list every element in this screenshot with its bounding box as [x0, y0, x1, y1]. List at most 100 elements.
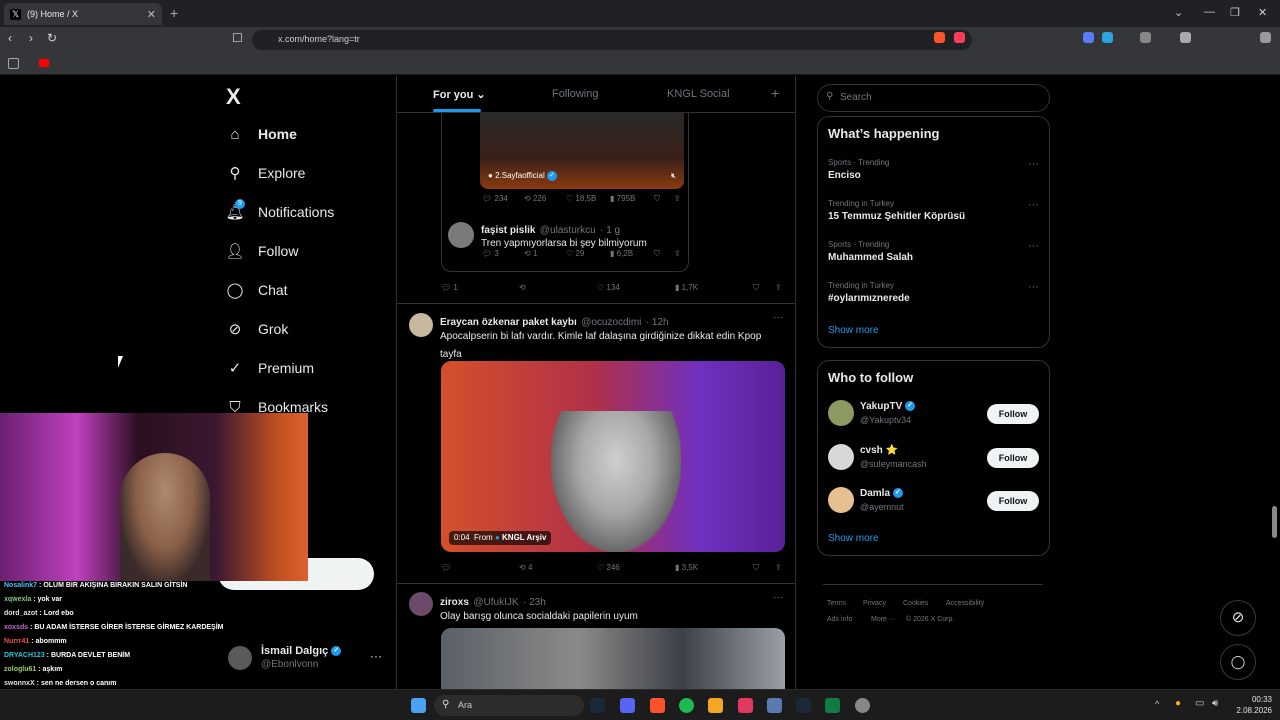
- app-icon[interactable]: [738, 698, 753, 713]
- footer-link[interactable]: Terms: [827, 600, 846, 607]
- steam-icon[interactable]: [796, 698, 811, 713]
- share-icon[interactable]: ⇪: [674, 194, 681, 203]
- follow-button[interactable]: Follow: [987, 448, 1039, 468]
- follow-button[interactable]: Follow: [987, 491, 1039, 511]
- footer-link[interactable]: Privacy: [863, 600, 886, 607]
- tab-kngl-social[interactable]: KNGL Social: [667, 88, 730, 100]
- menu-icon[interactable]: [1260, 32, 1271, 43]
- back-icon[interactable]: ‹: [8, 31, 12, 45]
- follow-name[interactable]: YakupTV ✓: [860, 401, 916, 412]
- more-options-icon[interactable]: ···: [370, 649, 382, 663]
- tab-search-icon[interactable]: ⌄: [1174, 6, 1183, 19]
- follow-name[interactable]: cvsh ⭐: [860, 445, 898, 456]
- like-count[interactable]: ♡ 134: [597, 283, 620, 292]
- share-icon[interactable]: ⇪: [775, 563, 782, 572]
- footer-link[interactable]: More ···: [871, 616, 896, 623]
- new-tab-icon[interactable]: +: [170, 5, 178, 21]
- quoted-media[interactable]: ● 2.Sayfaofficial ✓ 🔇︎: [480, 112, 684, 189]
- repost-count[interactable]: ⟲ 226: [524, 194, 546, 203]
- network-icon[interactable]: ▭: [1195, 698, 1204, 709]
- trend-title[interactable]: #oylarımıznerede: [828, 293, 910, 304]
- avatar[interactable]: [228, 646, 252, 670]
- app-icon[interactable]: [708, 698, 723, 713]
- more-options-icon[interactable]: ···: [773, 592, 783, 603]
- quoted-post[interactable]: ● 2.Sayfaofficial ✓ 🔇︎ 💬︎ 234 ⟲ 226 ♡ 18…: [441, 112, 689, 272]
- more-options-icon[interactable]: ···: [1028, 158, 1039, 170]
- sidebar-icon[interactable]: [1180, 32, 1191, 43]
- maximize-icon[interactable]: ❐: [1230, 6, 1240, 19]
- repost-count[interactable]: ⟲ 1: [524, 249, 537, 258]
- nav-chat[interactable]: ◯ Chat: [226, 277, 288, 303]
- view-count[interactable]: ▮ 6,2B: [610, 249, 633, 258]
- nav-follow[interactable]: 👤︎ Follow: [225, 238, 298, 264]
- clock[interactable]: 00:33 2.08.2026: [1226, 694, 1272, 716]
- like-count[interactable]: ♡ 18,5B: [566, 194, 596, 203]
- brave-icon[interactable]: [650, 698, 665, 713]
- tab-for-you[interactable]: For you ⌄: [433, 88, 486, 101]
- volume-icon[interactable]: 🔊︎: [1212, 698, 1218, 709]
- nav-home[interactable]: ⌂ Home: [226, 121, 296, 147]
- nav-grok[interactable]: ⊘ Grok: [226, 316, 289, 342]
- trend-title[interactable]: 15 Temmuz Şehitler Köprüsü: [828, 211, 965, 222]
- nav-premium[interactable]: ✓ Premium: [226, 355, 314, 381]
- minimize-icon[interactable]: —: [1204, 6, 1215, 18]
- scrollbar[interactable]: [1272, 506, 1277, 538]
- search-input[interactable]: ⚲ Search: [817, 84, 1050, 112]
- more-options-icon[interactable]: ···: [1028, 199, 1039, 211]
- follow-button[interactable]: Follow: [987, 404, 1039, 424]
- tab-following[interactable]: Following: [552, 88, 598, 100]
- repost-count[interactable]: ⟲ 4: [519, 563, 532, 572]
- extension-icon[interactable]: [1083, 32, 1094, 43]
- reply-count[interactable]: 💬︎ 3: [482, 249, 499, 258]
- footer-link[interactable]: Accessibility: [946, 600, 984, 607]
- address-bar[interactable]: x.com/home?lang=tr: [252, 30, 972, 50]
- microphone-icon[interactable]: ●: [1175, 698, 1181, 709]
- view-count[interactable]: ▮ 795B: [610, 194, 635, 203]
- post-image[interactable]: [441, 628, 785, 689]
- post-video[interactable]: 0:04 From ● KNGL Arşiv: [441, 361, 785, 552]
- nav-notifications[interactable]: 🔔︎ 9 Notifications: [225, 199, 334, 225]
- apps-icon[interactable]: [8, 58, 19, 69]
- avatar[interactable]: [409, 313, 433, 337]
- footer-link[interactable]: Cookies: [903, 600, 928, 607]
- discord-icon[interactable]: [620, 698, 635, 713]
- youtube-icon[interactable]: [39, 59, 49, 67]
- x-logo[interactable]: X: [226, 84, 241, 110]
- footer-link[interactable]: Ads info: [827, 616, 852, 623]
- close-window-icon[interactable]: ✕: [1258, 6, 1267, 19]
- spotify-icon[interactable]: [679, 698, 694, 713]
- share-icon[interactable]: ⇪: [775, 283, 782, 292]
- more-options-icon[interactable]: ···: [1028, 281, 1039, 293]
- bookmark-icon[interactable]: ⛉: [753, 283, 759, 293]
- repost-icon[interactable]: ⟲: [519, 283, 526, 292]
- app-icon[interactable]: [855, 698, 870, 713]
- like-count[interactable]: ♡ 246: [597, 563, 620, 572]
- view-count[interactable]: ▮ 3,5K: [675, 563, 698, 572]
- view-count[interactable]: ▮ 1,7K: [675, 283, 698, 292]
- add-tab-icon[interactable]: +: [771, 85, 779, 101]
- show-more-link[interactable]: Show more: [828, 325, 879, 336]
- chat-fab-icon[interactable]: ◯: [1220, 644, 1256, 680]
- reply-count[interactable]: 💬︎ 1: [441, 283, 458, 292]
- excel-icon[interactable]: [825, 698, 840, 713]
- reply-icon[interactable]: 💬︎: [441, 563, 451, 572]
- bookmark-page-icon[interactable]: ☐: [232, 31, 243, 45]
- browser-tab[interactable]: 𝕏 (9) Home / X ✕: [4, 3, 162, 25]
- nav-explore[interactable]: ⚲ Explore: [226, 160, 306, 186]
- app-icon[interactable]: [767, 698, 782, 713]
- show-more-link[interactable]: Show more: [828, 533, 879, 544]
- follow-name[interactable]: Damla ✓: [860, 488, 903, 499]
- bookmark-icon[interactable]: ⛉: [654, 249, 660, 259]
- steam-icon[interactable]: [590, 698, 605, 713]
- grok-fab-icon[interactable]: ⊘: [1220, 600, 1256, 636]
- account-name[interactable]: İsmail Dalgıç ✓: [261, 645, 342, 657]
- trend-title[interactable]: Enciso: [828, 170, 861, 181]
- avatar[interactable]: [828, 487, 854, 513]
- like-count[interactable]: ♡ 29: [566, 249, 584, 258]
- more-options-icon[interactable]: ···: [1028, 240, 1039, 252]
- brave-rewards-icon[interactable]: [954, 32, 965, 43]
- avatar[interactable]: [409, 592, 433, 616]
- bookmark-icon[interactable]: ⛉: [753, 563, 759, 573]
- extension-icon[interactable]: [1102, 32, 1113, 43]
- reload-icon[interactable]: ↻: [47, 31, 57, 45]
